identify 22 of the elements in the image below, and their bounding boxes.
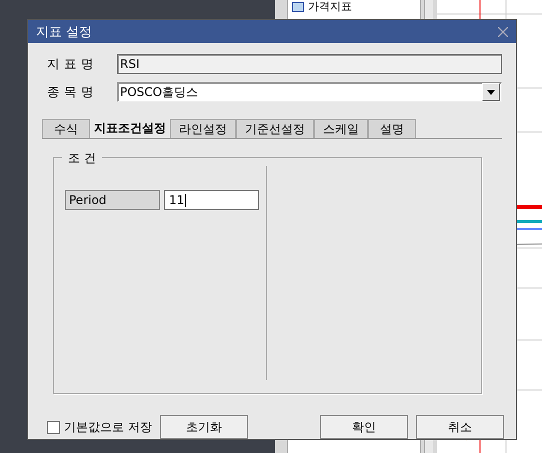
caret-icon (487, 90, 495, 94)
window-title: 지표 설정 (36, 24, 92, 40)
folder-icon (292, 2, 304, 12)
dropdown-button[interactable] (482, 83, 500, 101)
parameter-label: Period (65, 190, 160, 210)
tree-item[interactable]: 가격지표 (308, 0, 352, 14)
dialog-button[interactable]: 취소 (416, 415, 504, 439)
dialog-button[interactable]: 초기화 (160, 415, 248, 439)
input-field[interactable]: RSI (117, 54, 502, 74)
checkbox-label[interactable]: 기본값으로 저장 (64, 418, 152, 436)
tab[interactable]: 설명 (368, 119, 416, 138)
dropdown-field[interactable]: POSCO홀딩스 (117, 82, 502, 102)
tab[interactable]: 스케일 (314, 119, 368, 138)
tab[interactable]: 라인설정 (170, 119, 236, 138)
field-label: 지 표 명 (46, 56, 95, 72)
close-icon[interactable] (498, 26, 508, 36)
tab[interactable]: 기준선설정 (236, 119, 314, 138)
tab[interactable]: 수식 (42, 119, 90, 138)
input-field[interactable]: 11 (164, 190, 259, 210)
checkbox[interactable] (47, 420, 60, 434)
dialog-button[interactable]: 확인 (320, 415, 408, 439)
field-label: 종 목 명 (46, 84, 95, 100)
